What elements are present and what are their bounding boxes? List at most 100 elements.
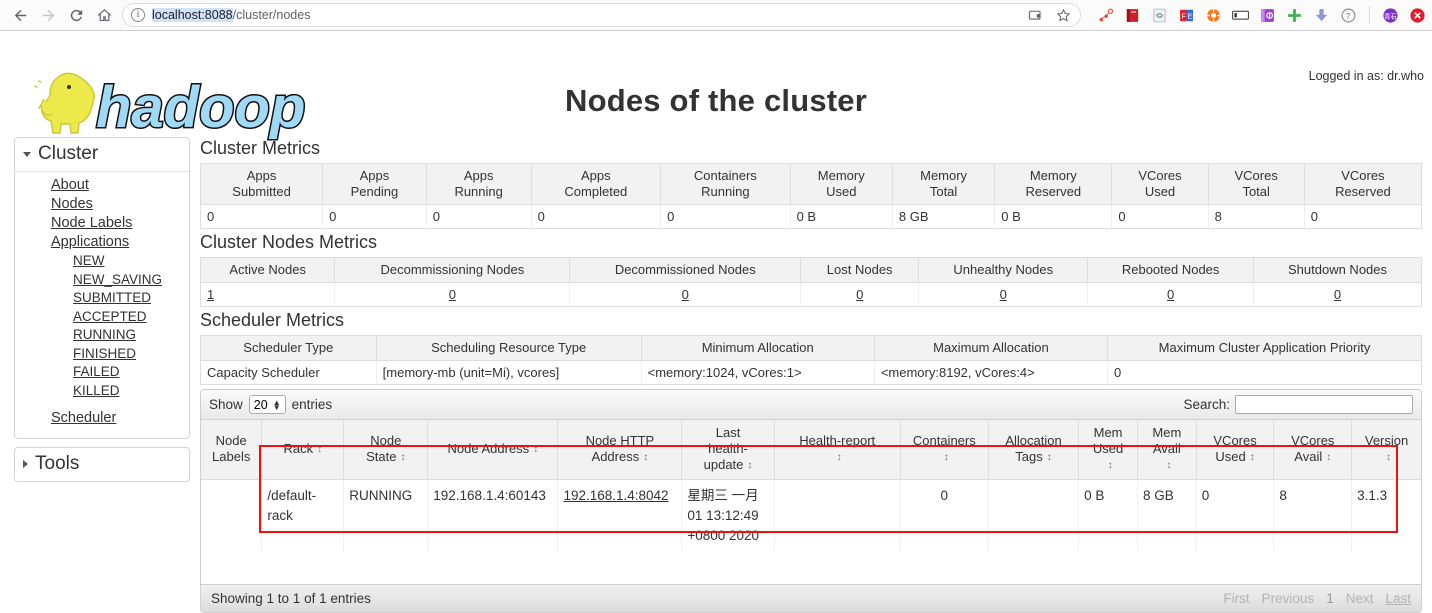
col-health-report[interactable]: Health-report ↕	[774, 420, 901, 480]
col-minimum-allocation: Minimum Allocation	[641, 335, 875, 361]
col-apps-submitted: Apps Submitted	[200, 163, 324, 205]
col-line1: VCores	[1138, 168, 1182, 183]
col-line2: Running	[701, 184, 750, 199]
col-version[interactable]: Version ↕	[1351, 420, 1421, 480]
col-last-health-update[interactable]: Last health-update ↕	[681, 420, 775, 480]
col-node-address[interactable]: Node Address ↕	[427, 420, 559, 480]
table-row: 0 0 0 0 0 0 B 8 GB 0 B 0 8 0	[200, 204, 1422, 229]
table-header-row: Active Nodes Decommissioning Nodes Decom…	[200, 257, 1422, 283]
unhealthy-nodes-link[interactable]: 0	[1000, 287, 1007, 302]
page-length-select[interactable]: 20 ▲ ▼	[248, 395, 286, 414]
red-book-icon[interactable]	[1124, 7, 1141, 24]
pagination-page-1[interactable]: 1	[1326, 591, 1334, 606]
decommissioned-nodes-link[interactable]: 0	[682, 287, 689, 302]
sidebar-item-about[interactable]: About	[15, 176, 189, 195]
table-row[interactable]: /default-rack RUNNING 192.168.1.4:60143 …	[201, 479, 1421, 552]
col-containers[interactable]: Containers ↕	[900, 420, 989, 480]
col-vcores-used: VCores Used	[1111, 163, 1209, 205]
col-line1: Node	[370, 433, 402, 448]
sidebar-item-running[interactable]: RUNNING	[15, 326, 189, 345]
sidebar-item-nodes[interactable]: Nodes	[15, 195, 189, 214]
cell-mem-avail: 8 GB	[1137, 479, 1197, 552]
input-box-icon[interactable]	[1232, 7, 1249, 24]
col-line1: Node HTTP	[585, 433, 655, 448]
table-header-row: Scheduler Type Scheduling Resource Type …	[200, 335, 1422, 361]
orange-lifebuoy-icon[interactable]	[1205, 7, 1222, 24]
page-length-control[interactable]: Show 20 ▲ ▼ entries	[209, 395, 332, 414]
lost-nodes-link[interactable]: 0	[856, 287, 863, 302]
cast-icon[interactable]	[1028, 7, 1045, 24]
cell-node-labels	[201, 479, 263, 552]
sidebar-item-submitted[interactable]: SUBMITTED	[15, 289, 189, 308]
col-vcores-avail[interactable]: VCores Avail ↕	[1273, 420, 1353, 480]
red-close-icon[interactable]	[1409, 7, 1426, 24]
hadoop-logo[interactable]: hadoop	[14, 65, 314, 147]
sync-page-icon[interactable]	[1151, 7, 1168, 24]
filler-cell	[201, 552, 1421, 584]
back-button[interactable]	[6, 2, 34, 28]
sidebar-item-killed[interactable]: KILLED	[15, 382, 189, 401]
sidebar-item-scheduler[interactable]: Scheduler	[15, 409, 189, 428]
sidebar-panel-cluster: Cluster About Nodes Node Labels Applicat…	[14, 137, 190, 439]
shutdown-nodes-link[interactable]: 0	[1334, 287, 1341, 302]
col-line1: Allocation	[1005, 433, 1062, 448]
col-line1: Last	[715, 425, 741, 440]
col-node-state[interactable]: Node State ↕	[343, 420, 429, 480]
download-arrow-icon[interactable]	[1313, 7, 1330, 24]
sidebar-item-accepted[interactable]: ACCEPTED	[15, 308, 189, 327]
pagination-last[interactable]: Last	[1385, 591, 1411, 606]
col-allocation-tags[interactable]: Allocation Tags ↕	[988, 420, 1080, 480]
table-row: Capacity Scheduler [memory-mb (unit=Mi),…	[200, 360, 1422, 385]
qingshi-avatar-icon[interactable]: 青石	[1382, 7, 1399, 24]
network-graph-icon[interactable]	[1097, 7, 1114, 24]
forward-arrow-icon	[42, 9, 54, 21]
col-apps-running: Apps Running	[426, 163, 532, 205]
sidebar-item-new[interactable]: NEW	[15, 252, 189, 271]
node-http-address-link[interactable]: 192.168.1.4:8042	[563, 488, 668, 503]
col-line2: Pending	[350, 184, 399, 199]
sidebar-item-new-saving[interactable]: NEW_SAVING	[15, 271, 189, 290]
sidebar-item-applications[interactable]: Applications	[15, 233, 189, 252]
decommissioning-nodes-link[interactable]: 0	[449, 287, 456, 302]
col-mem-used[interactable]: Mem Used ↕	[1078, 420, 1138, 480]
info-circle-icon[interactable]: i	[131, 8, 145, 22]
purple-notebook-icon[interactable]	[1259, 7, 1276, 24]
col-scheduler-type: Scheduler Type	[200, 335, 377, 361]
star-icon[interactable]	[1055, 7, 1072, 24]
col-line1: Containers	[912, 433, 976, 448]
svg-text:hadoop: hadoop	[96, 75, 305, 140]
clock-seven-icon[interactable]: 7	[1340, 7, 1357, 24]
reload-icon	[70, 9, 82, 21]
search-label: Search:	[1183, 397, 1230, 412]
col-rack[interactable]: Rack ↕	[261, 420, 345, 480]
pagination-next[interactable]: Next	[1346, 591, 1374, 606]
col-vcores-used[interactable]: VCores Used ↕	[1196, 420, 1275, 480]
col-line2: Tags	[1015, 449, 1043, 464]
sidebar-tools-header[interactable]: Tools	[15, 448, 189, 481]
col-line2: Total	[929, 184, 958, 199]
pagination-first[interactable]: First	[1223, 591, 1249, 606]
col-mem-avail[interactable]: Mem Avail ↕	[1137, 420, 1197, 480]
sidebar-item-node-labels[interactable]: Node Labels	[15, 214, 189, 233]
address-bar[interactable]: i localhost:8088/cluster/nodes	[122, 3, 1081, 27]
sidebar-item-failed[interactable]: FAILED	[15, 363, 189, 382]
cell-containers-running: 0	[660, 204, 791, 229]
forward-button[interactable]	[34, 2, 62, 28]
col-node-http-address[interactable]: Node HTTP Address ↕	[557, 420, 683, 480]
col-line1: Version	[1364, 433, 1409, 448]
rebooted-nodes-link[interactable]: 0	[1167, 287, 1174, 302]
fe-extension-icon[interactable]: F E	[1178, 7, 1195, 24]
col-decommissioned-nodes: Decommissioned Nodes	[569, 257, 802, 283]
col-rebooted-nodes: Rebooted Nodes	[1087, 257, 1255, 283]
cell-node-http-address: 192.168.1.4:8042	[557, 479, 683, 552]
home-button[interactable]	[90, 2, 118, 28]
active-nodes-link[interactable]: 1	[207, 287, 214, 302]
search-input[interactable]	[1235, 395, 1413, 414]
col-line2: State	[366, 449, 397, 464]
reload-button[interactable]	[62, 2, 90, 28]
pagination-previous[interactable]: Previous	[1262, 591, 1315, 606]
col-node-labels[interactable]: Node Labels	[201, 420, 263, 480]
sidebar-item-finished[interactable]: FINISHED	[15, 345, 189, 364]
green-plus-icon[interactable]	[1286, 7, 1303, 24]
